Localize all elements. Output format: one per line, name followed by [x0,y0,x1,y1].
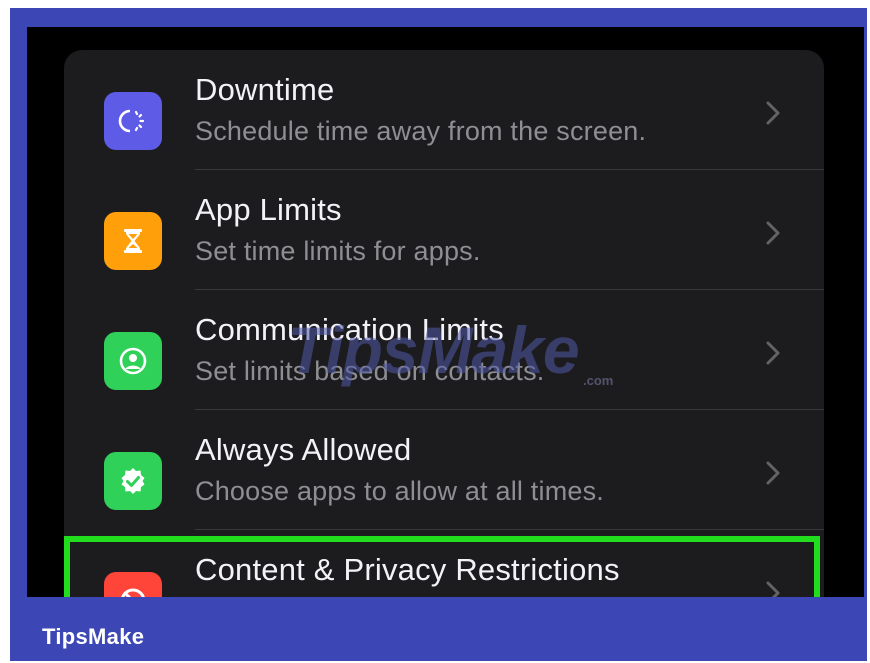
hourglass-icon [104,212,162,270]
phone-screen: Downtime Schedule time away from the scr… [27,27,864,597]
settings-row-communication-limits[interactable]: Communication Limits Set limits based on… [64,290,824,410]
row-title: Always Allowed [195,432,412,467]
row-title: Communication Limits [195,312,504,347]
checkmark-badge-icon [104,452,162,510]
downtime-icon [104,92,162,150]
row-subtitle: Choose apps to allow at all times. [195,476,605,506]
watermark-suffix: .com [583,373,614,388]
screen-time-settings-list: Downtime Schedule time away from the scr… [64,50,824,597]
row-subtitle: Set limits based on contacts. [195,356,545,386]
row-title: App Limits [195,192,342,227]
chevron-right-icon [766,461,780,485]
settings-row-app-limits[interactable]: App Limits Set time limits for apps. [64,170,824,290]
highlight-box [64,536,820,597]
row-title: Downtime [195,72,335,107]
contact-icon [104,332,162,390]
brand-label: TipsMake [42,624,145,649]
chevron-right-icon [766,341,780,365]
chevron-right-icon [766,221,780,245]
chevron-right-icon [766,101,780,125]
row-subtitle: Schedule time away from the screen. [195,116,647,146]
row-subtitle: Set time limits for apps. [195,236,481,266]
image-frame: Downtime Schedule time away from the scr… [10,8,867,661]
settings-row-downtime[interactable]: Downtime Schedule time away from the scr… [64,50,824,170]
settings-row-always-allowed[interactable]: Always Allowed Choose apps to allow at a… [64,410,824,530]
